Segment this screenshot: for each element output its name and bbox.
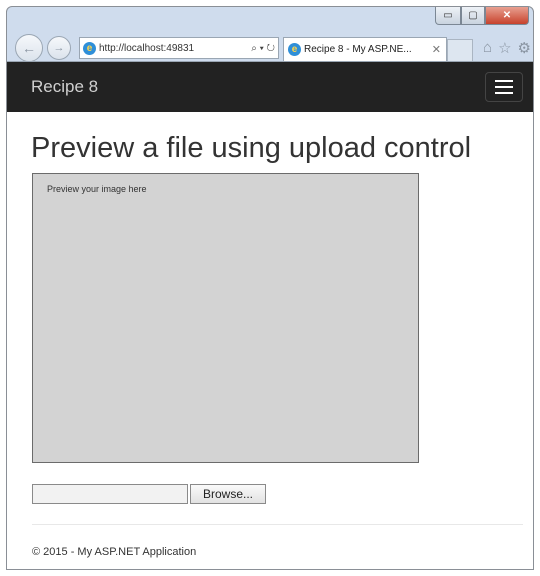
hamburger-line (495, 92, 513, 94)
address-bar[interactable]: e http://localhost:49831 ⌕ ▾ ↻ (79, 37, 279, 59)
footer-divider (32, 524, 523, 525)
address-url[interactable]: http://localhost:49831 (99, 43, 249, 54)
file-upload-control: Browse... (32, 484, 267, 504)
hamburger-line (495, 80, 513, 82)
settings-icon[interactable]: ⚙ (518, 39, 531, 57)
browser-right-icons: ⌂ ☆ ⚙ (483, 39, 531, 57)
tab-ie-icon: e (288, 43, 301, 56)
forward-button[interactable]: → (47, 36, 71, 60)
navbar-brand[interactable]: Recipe 8 (31, 77, 98, 97)
browser-tab[interactable]: e Recipe 8 - My ASP.NE... ✕ (283, 37, 447, 61)
back-button[interactable]: ← (15, 34, 43, 62)
navbar-toggle-button[interactable] (485, 72, 523, 102)
page-title: Preview a file using upload control (31, 132, 472, 164)
new-tab-button[interactable] (447, 39, 473, 61)
back-icon: ← (22, 40, 36, 56)
footer-text: © 2015 - My ASP.NET Application (32, 546, 197, 558)
web-page: Recipe 8 Preview a file using upload con… (7, 61, 533, 569)
forward-icon: → (53, 42, 65, 54)
ie-icon: e (83, 41, 96, 55)
window-controls: ▭ ▢ ✕ (435, 7, 529, 25)
navbar: Recipe 8 (7, 62, 533, 112)
preview-placeholder-text: Preview your image here (47, 184, 147, 194)
close-button[interactable]: ✕ (485, 7, 529, 25)
browser-window: ▭ ▢ ✕ ← → e http://localhost:49831 ⌕ ▾ ↻… (6, 6, 534, 570)
file-path-field[interactable] (32, 484, 188, 504)
tab-close-icon[interactable]: ✕ (432, 43, 446, 56)
maximize-button[interactable]: ▢ (461, 7, 485, 25)
tab-title: Recipe 8 - My ASP.NE... (304, 44, 412, 55)
image-preview-area: Preview your image here (32, 173, 419, 463)
browse-button[interactable]: Browse... (190, 484, 267, 504)
favorites-icon[interactable]: ☆ (498, 39, 511, 57)
minimize-button[interactable]: ▭ (435, 7, 461, 25)
hamburger-line (495, 86, 513, 88)
search-refresh-icons[interactable]: ⌕ ▾ ↻ (251, 43, 278, 54)
home-icon[interactable]: ⌂ (483, 39, 492, 57)
